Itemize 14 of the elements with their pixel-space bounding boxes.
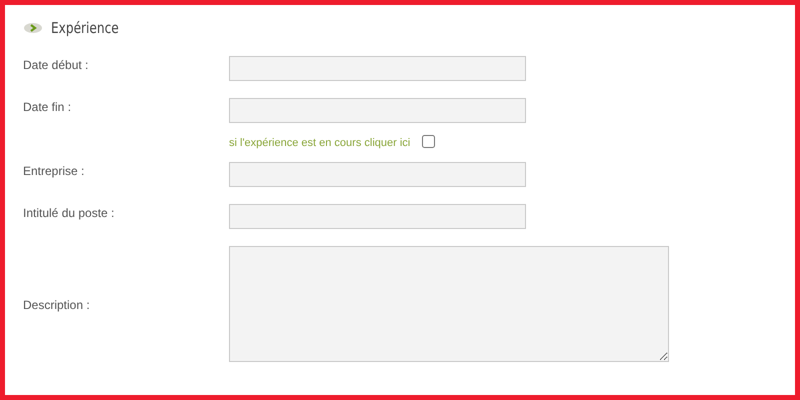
- field-label: Description :: [23, 297, 91, 312]
- field-label: Date fin :: [23, 99, 72, 116]
- description-field[interactable]: [229, 246, 669, 362]
- field-label: Date début :: [23, 57, 90, 74]
- field-label: Intitulé du poste :: [23, 205, 116, 222]
- ongoing-hint: si l'expérience est en cours cliquer ici: [229, 136, 410, 149]
- ongoing-checkbox[interactable]: [422, 135, 436, 148]
- arrow-bullet-icon: [23, 22, 43, 34]
- section-title: Expérience: [51, 19, 119, 37]
- input-field[interactable]: [229, 98, 526, 123]
- input-field[interactable]: [229, 204, 526, 229]
- input-field[interactable]: [229, 162, 526, 187]
- field-label: Entreprise :: [23, 163, 86, 180]
- input-field[interactable]: [229, 56, 526, 81]
